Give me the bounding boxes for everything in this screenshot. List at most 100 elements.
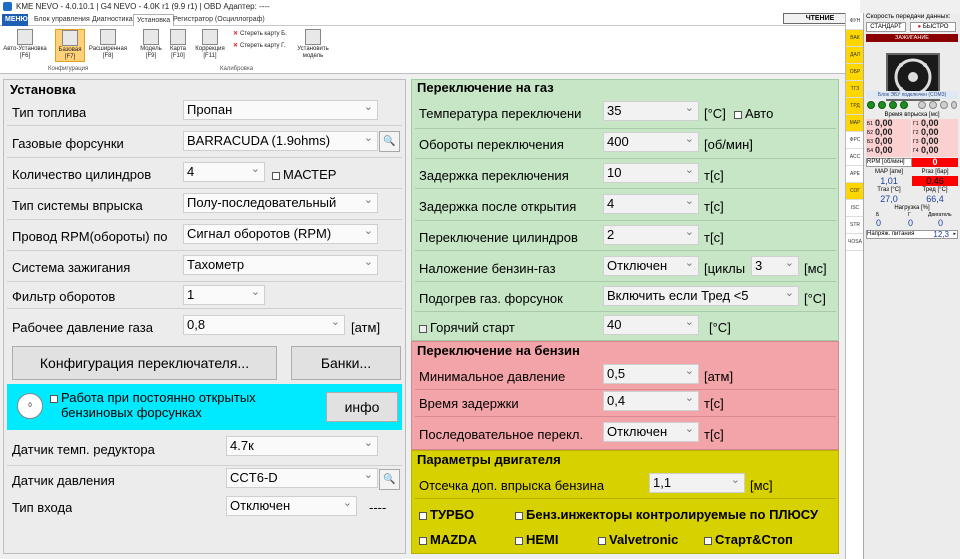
input-type-dashes: ---- (369, 500, 387, 515)
injector-heat-unit: [°C] (804, 291, 826, 306)
extended-button[interactable]: Расширенная [F8] (87, 29, 129, 60)
title-bar: KME NEVO - 4.0.10.1 | G4 NEVO - 4.0K r1 … (0, 0, 860, 13)
sequential-switch-select[interactable]: Отключен (603, 422, 699, 442)
tab-recorder[interactable]: Регистратор (Осциллограф) (170, 14, 268, 26)
pressure-sensor-select[interactable]: CCT6-D (226, 468, 378, 488)
delay-time-select[interactable]: 0,4 (603, 391, 699, 411)
side-tab-tgz[interactable]: ТГЗ (846, 81, 864, 98)
valvetronic-checkbox[interactable]: Valvetronic (598, 532, 678, 547)
turbo-checkbox[interactable]: ТУРБО (419, 507, 474, 522)
rpm-filter-select[interactable]: 1 (183, 285, 265, 305)
switch-temp-select[interactable]: 35 (603, 101, 699, 121)
divider (7, 250, 402, 251)
map-chart-icon (170, 29, 186, 45)
cylinders-select[interactable]: 4 (183, 162, 265, 182)
map-button[interactable]: Карта [F10] (166, 29, 190, 60)
set-model-button[interactable]: Установить модель (294, 29, 332, 60)
hot-start-checkbox[interactable]: Горячий старт (419, 320, 515, 335)
erase-icon: ✕ (233, 43, 239, 49)
hot-start-select[interactable]: 40 (603, 315, 699, 335)
work-pressure-select[interactable]: 0,8 (183, 315, 345, 335)
input-type-select[interactable]: Отключен (226, 496, 357, 516)
side-tab-obr[interactable]: ОБР (846, 64, 864, 81)
ignition-select[interactable]: Тахометр (183, 255, 378, 275)
app-logo-icon (3, 2, 12, 11)
chevron-right-icon[interactable]: ▸ (953, 231, 956, 238)
side-tab-dal[interactable]: ДАЛ (846, 47, 864, 64)
switch-delay-select[interactable]: 10 (603, 163, 699, 183)
cutoff-select[interactable]: 1,1 (649, 473, 745, 493)
switch-config-button[interactable]: Конфигурация переключателя... (12, 346, 277, 380)
auto-checkbox[interactable]: Авто (734, 106, 773, 121)
banks-button[interactable]: Банки... (291, 346, 401, 380)
cycles-select[interactable]: 3 (751, 256, 799, 276)
status-led (940, 101, 948, 109)
injection-system-select[interactable]: Полу-последовательный (183, 193, 378, 213)
mazda-checkbox[interactable]: MAZDA (419, 532, 477, 547)
delay-after-open-select[interactable]: 4 (603, 194, 699, 214)
basic-button[interactable]: Базовая [F7] (55, 29, 85, 62)
checkbox-icon (419, 536, 427, 545)
erase-map-g-button[interactable]: ✕ Стереть карту Г. (233, 42, 285, 49)
overlap-select[interactable]: Отключен (603, 256, 699, 276)
plus-injectors-checkbox[interactable]: Бенз.инжекторы контролируемые по ПЛЮСУ (515, 507, 818, 522)
model-button[interactable]: Модель [F9] (138, 29, 164, 60)
tab-setup[interactable]: Установка (133, 14, 175, 26)
ecu-status: Блок ЭБУ подключен (COM3) (866, 91, 958, 99)
side-tab-fun[interactable]: ФУН (846, 13, 864, 30)
main-tabs: МЕНЮ Блок управления Диагностика Установ… (0, 13, 860, 26)
side-tab-map[interactable]: МАР (846, 115, 864, 132)
map-label: MAP [атм] (875, 169, 903, 175)
tgas-label: Тгаз [°C] (877, 187, 901, 193)
side-tab-frs[interactable]: ФРС (846, 132, 864, 149)
pgas-label: Pгаз [бар] (921, 169, 949, 175)
cycles-label: [циклы (704, 261, 746, 276)
g3-label: Г3 (913, 139, 919, 145)
standard-speed-button[interactable]: СТАНДАРТ (866, 22, 906, 32)
side-tab-vak[interactable]: ВАК (846, 30, 864, 47)
pressure-sensor-label: Датчик давления (12, 473, 115, 488)
gas-labels: Г1 Г2 Г3 Г4 (913, 120, 919, 156)
info-button[interactable]: инфо (326, 392, 398, 422)
side-tab-isc[interactable]: ISC (846, 200, 864, 217)
tab-diagnostics[interactable]: Диагностика (89, 14, 136, 26)
side-tab-str[interactable]: STR (846, 217, 864, 234)
checkbox-checked-icon (419, 324, 427, 333)
divider (415, 128, 836, 129)
switch-rpm-select[interactable]: 400 (603, 132, 699, 152)
search-icon[interactable]: 🔍 (379, 469, 400, 490)
side-tab-cog[interactable]: СОГ (846, 183, 864, 200)
erase-map-b-button[interactable]: ✕ Стереть карту Б. (233, 30, 287, 37)
injector-heat-select[interactable]: Включить если Тред <5 (603, 286, 799, 306)
switch-temp-unit: [°C] (704, 106, 726, 121)
correction-label: Коррекция [F11] (195, 46, 225, 59)
injectors-select[interactable]: BARRACUDA (1.9ohms) (183, 131, 378, 151)
fast-speed-button[interactable]: ● БЫСТРО (910, 22, 956, 32)
voltage-value: 12,3 (933, 230, 949, 239)
fuel-type-select[interactable]: Пропан (183, 100, 378, 120)
side-tab-acc[interactable]: АСС (846, 149, 864, 166)
correction-button[interactable]: Коррекция [F11] (192, 29, 228, 60)
master-checkbox[interactable]: МАСТЕР (272, 167, 336, 182)
reducer-temp-select[interactable]: 4.7к (226, 436, 378, 456)
open-injectors-checkbox[interactable]: Работа при постоянно открытых бензиновых … (50, 390, 256, 420)
start-stop-checkbox[interactable]: Старт&Стоп (704, 532, 793, 547)
checkbox-icon (515, 536, 523, 545)
checkbox-icon (598, 536, 606, 545)
search-icon[interactable]: 🔍 (379, 131, 400, 152)
cylinder-switch-select[interactable]: 2 (603, 225, 699, 245)
side-tab-ape[interactable]: АРЕ (846, 166, 864, 183)
b4-label: Б4 (867, 148, 874, 154)
menu-button[interactable]: МЕНЮ (2, 14, 28, 26)
checkbox-icon (419, 511, 427, 520)
auto-setup-label: Авто-Установка [F6] (3, 46, 47, 59)
tab-ecu[interactable]: Блок управления (31, 14, 93, 26)
auto-setup-button[interactable]: Авто-Установка [F6] (3, 29, 47, 60)
rpm-wire-select[interactable]: Сигнал оборотов (RPM) (183, 224, 378, 244)
side-tab-trd[interactable]: ТРД (846, 98, 864, 115)
side-tab-chosa[interactable]: ЧОSA (846, 234, 864, 251)
sequential-switch-unit: т[с] (704, 427, 724, 442)
min-pressure-select[interactable]: 0,5 (603, 364, 699, 384)
hemi-checkbox[interactable]: HEMI (515, 532, 559, 547)
cylinder-switch-unit: т[с] (704, 230, 724, 245)
